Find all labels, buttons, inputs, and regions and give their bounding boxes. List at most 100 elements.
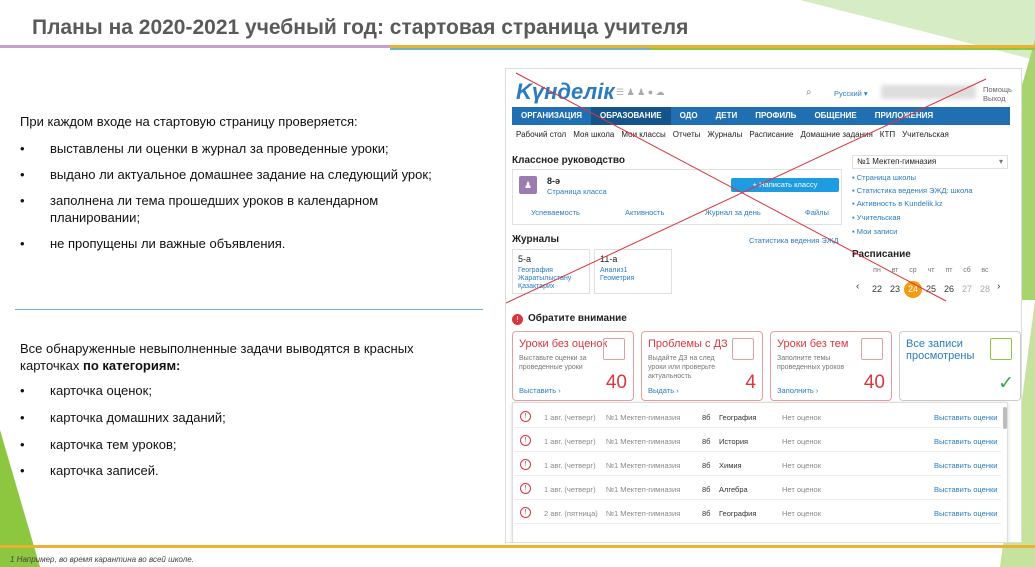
row-subject: География [719, 509, 757, 518]
bottom-stripe [0, 545, 1035, 548]
check-item: • не пропущены ли важные объявления. [20, 235, 286, 252]
attention-title: Обратите внимание [528, 313, 627, 324]
row-subject: Алгебра [719, 485, 748, 494]
row-class: 8б [702, 413, 711, 422]
row-action-link[interactable]: Выставить оценки [934, 485, 997, 494]
card-records[interactable]: Все записи просмотрены ✓ [899, 331, 1021, 401]
card-grades[interactable]: Уроки без оценок Выставьте оценки за про… [512, 331, 634, 401]
row-action-link[interactable]: Выставить оценки [934, 437, 997, 446]
document-icon [861, 338, 883, 360]
check-icon: ✓ [998, 373, 1014, 394]
card-title: Проблемы с ДЗ [648, 338, 728, 350]
task-row: ! 1 авг. (четверг) №1 Мектеп-гимназия 8б Гео… [514, 406, 1001, 428]
row-class: 8б [702, 461, 711, 470]
card-topics[interactable]: Уроки без тем Заполните темы проведенных… [770, 331, 892, 401]
row-subject: География [719, 413, 757, 422]
row-school: №1 Мектеп-гимназия [606, 509, 681, 518]
check-item: • заполнена ли тема прошедших уроков в ка… [20, 192, 430, 226]
row-school: №1 Мектеп-гимназия [606, 461, 681, 470]
row-date: 1 авг. (четверг) [544, 485, 596, 494]
task-row: ! 2 авг. (пятница) №1 Мектеп-гимназия 8б Гео… [514, 502, 1001, 524]
row-date: 1 авг. (четверг) [544, 461, 596, 470]
card-homework[interactable]: Проблемы с ДЗ Выдайте ДЗ на след уроки и… [641, 331, 763, 401]
stripe-green [650, 48, 1035, 50]
bullet: • [20, 463, 25, 478]
row-class: 8б [702, 509, 711, 518]
alert-circle-icon: ! [520, 435, 531, 446]
bullet: • [20, 236, 25, 251]
bullet: • [20, 141, 25, 156]
row-school: №1 Мектеп-гимназия [606, 413, 681, 422]
check-text: не пропущены ли важные объявления. [50, 236, 286, 251]
card-count: 40 [605, 372, 627, 393]
row-date: 2 авг. (пятница) [544, 509, 598, 518]
bullet: • [20, 193, 25, 208]
scrollbar[interactable] [1003, 407, 1007, 429]
alert-circle-icon: ! [520, 507, 531, 518]
board-icon [603, 338, 625, 360]
card-desc: Выдайте ДЗ на след уроки или проверьте а… [648, 355, 716, 380]
category-text: карточка оценок; [50, 383, 152, 398]
card-link[interactable]: Выдать › [648, 386, 679, 395]
row-status: Нет оценок [782, 461, 822, 470]
check-item: • выставлены ли оценки в журнал за провед… [20, 140, 389, 157]
row-status: Нет оценок [782, 437, 822, 446]
row-subject: Химия [719, 461, 742, 470]
check-text: выставлены ли оценки в журнал за проведе… [50, 141, 389, 156]
row-status: Нет оценок [782, 485, 822, 494]
summary-text: Все обнаруженные невыполненные задачи вы… [20, 340, 450, 374]
alert-circle-icon: ! [520, 483, 531, 494]
alert-icon: ! [512, 314, 523, 325]
stripe-blue [390, 48, 650, 50]
card-title: Уроки без тем [777, 338, 849, 350]
category-item: • карточка домашних заданий; [20, 409, 226, 426]
check-text: выдано ли актуальное домашнее задание на… [50, 167, 432, 182]
task-row: ! 1 авг. (четверг) №1 Мектеп-гимназия 8б Хим… [514, 454, 1001, 476]
check-text: заполнена ли тема прошедших уроков в кал… [50, 193, 379, 225]
category-text: карточка домашних заданий; [50, 410, 226, 425]
task-row: ! 1 авг. (четверг) №1 Мектеп-гимназия 8б Ист… [514, 430, 1001, 452]
card-link[interactable]: Заполнить › [777, 386, 818, 395]
strike-cross [506, 72, 987, 304]
category-item: • карточка записей. [20, 462, 159, 479]
card-count: 4 [745, 372, 756, 393]
card-title: Все записи просмотрены [906, 338, 975, 362]
footnote: 1 Например, во время карантина во всей ш… [10, 555, 194, 564]
row-school: №1 Мектеп-гимназия [606, 485, 681, 494]
bullet: • [20, 437, 25, 452]
check-item: • выдано ли актуальное домашнее задание н… [20, 166, 432, 183]
alert-circle-icon: ! [520, 459, 531, 470]
bullet: • [20, 383, 25, 398]
intro-text: При каждом входе на стартовую страницу п… [20, 114, 358, 129]
row-class: 8б [702, 485, 711, 494]
task-row: ! 1 авг. (четверг) №1 Мектеп-гимназия 8б Алг… [514, 478, 1001, 500]
bullet: • [20, 410, 25, 425]
row-action-link[interactable]: Выставить оценки [934, 461, 997, 470]
slide-title: Планы на 2020-2021 учебный год: стартова… [32, 16, 689, 39]
summary-pre: Все обнаруженные невыполненные задачи вы… [20, 341, 414, 373]
category-text: карточка тем уроков; [50, 437, 177, 452]
summary-bold: по категориям: [83, 358, 181, 373]
card-link[interactable]: Выставить › [519, 386, 561, 395]
row-school: №1 Мектеп-гимназия [606, 437, 681, 446]
alert-circle-icon: ! [520, 411, 531, 422]
row-subject: История [719, 437, 749, 446]
category-item: • карточка оценок; [20, 382, 152, 399]
row-action-link[interactable]: Выставить оценки [934, 413, 997, 422]
row-date: 1 авг. (четверг) [544, 413, 596, 422]
row-status: Нет оценок [782, 413, 822, 422]
card-title: Уроки без оценок [519, 338, 608, 350]
notes-icon [990, 338, 1012, 360]
row-class: 8б [702, 437, 711, 446]
divider [15, 309, 483, 310]
row-date: 1 авг. (четверг) [544, 437, 596, 446]
category-item: • карточка тем уроков; [20, 436, 177, 453]
book-icon [732, 338, 754, 360]
card-count: 40 [863, 372, 885, 393]
card-desc: Заполните темы проведенных уроков [777, 355, 845, 371]
bullet: • [20, 167, 25, 182]
category-text: карточка записей. [50, 463, 159, 478]
row-action-link[interactable]: Выставить оценки [934, 509, 997, 518]
row-status: Нет оценок [782, 509, 822, 518]
app-screenshot: Kүнделік ☰ ♟ ♟ ● ☁ ⌕ Русский ▾ Помощь Вы… [505, 68, 1022, 543]
